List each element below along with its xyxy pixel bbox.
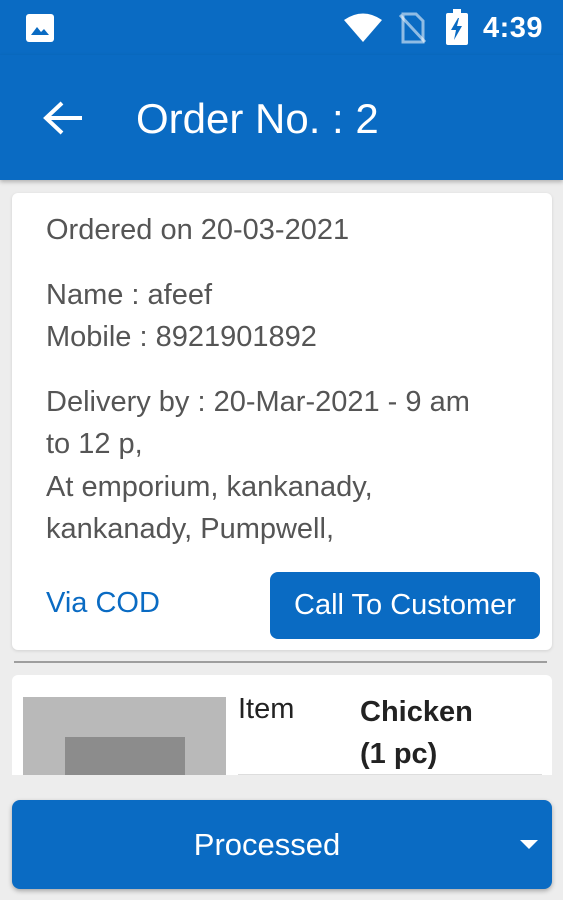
no-sim-icon <box>397 12 427 49</box>
payment-method-text: Via COD <box>46 587 160 619</box>
delivery-time-text: to 12 p, <box>46 428 143 460</box>
order-status-dropdown[interactable]: Processed <box>12 800 552 889</box>
chevron-down-icon <box>520 840 538 849</box>
ordered-on-text: Ordered on 20-03-2021 <box>46 214 350 246</box>
item-label: Item <box>238 693 295 725</box>
item-quantity: (1 pc) <box>360 738 438 770</box>
item-value: Chicken (1 pc) <box>360 691 473 775</box>
delivery-date-text: Delivery by : 20-Mar-2021 - 9 am <box>46 386 470 418</box>
order-details-card: Ordered on 20-03-2021 Name : afeef Mobil… <box>12 193 552 650</box>
address-line-2: kankanady, Pumpwell, <box>46 513 335 545</box>
item-name: Chicken <box>360 696 473 728</box>
call-customer-button[interactable]: Call To Customer <box>270 572 540 639</box>
image-icon <box>26 14 54 42</box>
customer-name-text: Name : afeef <box>46 279 213 311</box>
app-bar: Order No. : 2 <box>0 55 563 180</box>
wifi-icon <box>343 13 383 48</box>
product-thumbnail-icon <box>65 737 185 775</box>
customer-mobile-text: Mobile : 8921901892 <box>46 321 317 353</box>
item-card: Item Chicken (1 pc) <box>12 675 552 775</box>
battery-charging-icon <box>445 9 469 50</box>
item-image <box>23 697 226 775</box>
order-status-value: Processed <box>193 826 341 862</box>
arrow-left-icon[interactable] <box>42 100 86 136</box>
status-time: 4:39 <box>483 12 544 44</box>
page-title: Order No. : 2 <box>136 95 379 142</box>
divider <box>14 661 547 663</box>
address-line-1: At emporium, kankanady, <box>46 471 373 503</box>
status-bar: 4:39 <box>0 0 563 55</box>
